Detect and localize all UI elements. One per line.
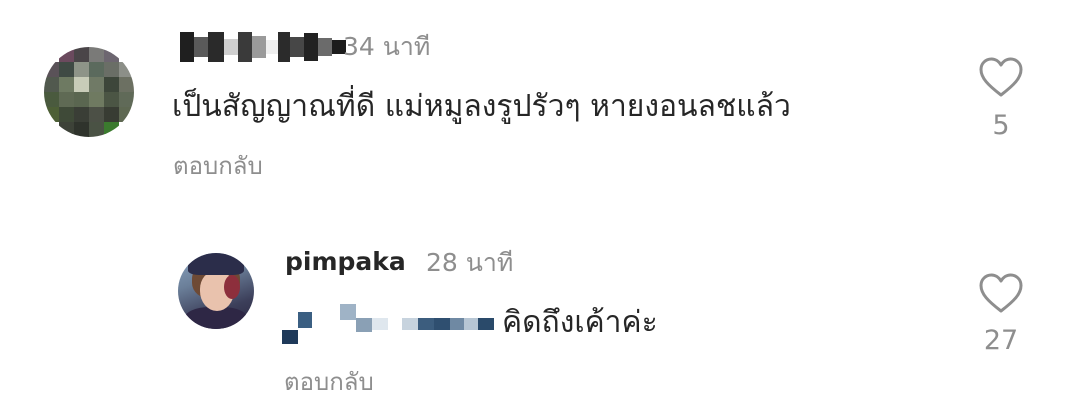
comment-timestamp: 34 นาที <box>343 32 431 61</box>
mention-redacted[interactable] <box>282 298 494 344</box>
avatar[interactable] <box>178 253 254 329</box>
reply-button[interactable]: ตอบกลับ <box>173 154 263 178</box>
like-count: 5 <box>992 110 1010 141</box>
reply-timestamp: 28 นาที <box>426 248 514 277</box>
reply-button[interactable]: ตอบกลับ <box>284 370 374 394</box>
heart-outline-icon[interactable] <box>978 56 1024 98</box>
comment-text: เป็นสัญญาณที่ดี แม่หมูลงรูปรัวๆ หายงอนลช… <box>172 89 791 124</box>
avatar[interactable] <box>44 47 134 137</box>
heart-outline-icon[interactable] <box>978 272 1024 314</box>
reply-text: คิดถึงเค้าค่ะ <box>502 305 658 340</box>
username-redacted[interactable] <box>180 32 346 62</box>
username[interactable]: pimpaka <box>285 249 406 274</box>
like-count: 27 <box>983 325 1019 356</box>
